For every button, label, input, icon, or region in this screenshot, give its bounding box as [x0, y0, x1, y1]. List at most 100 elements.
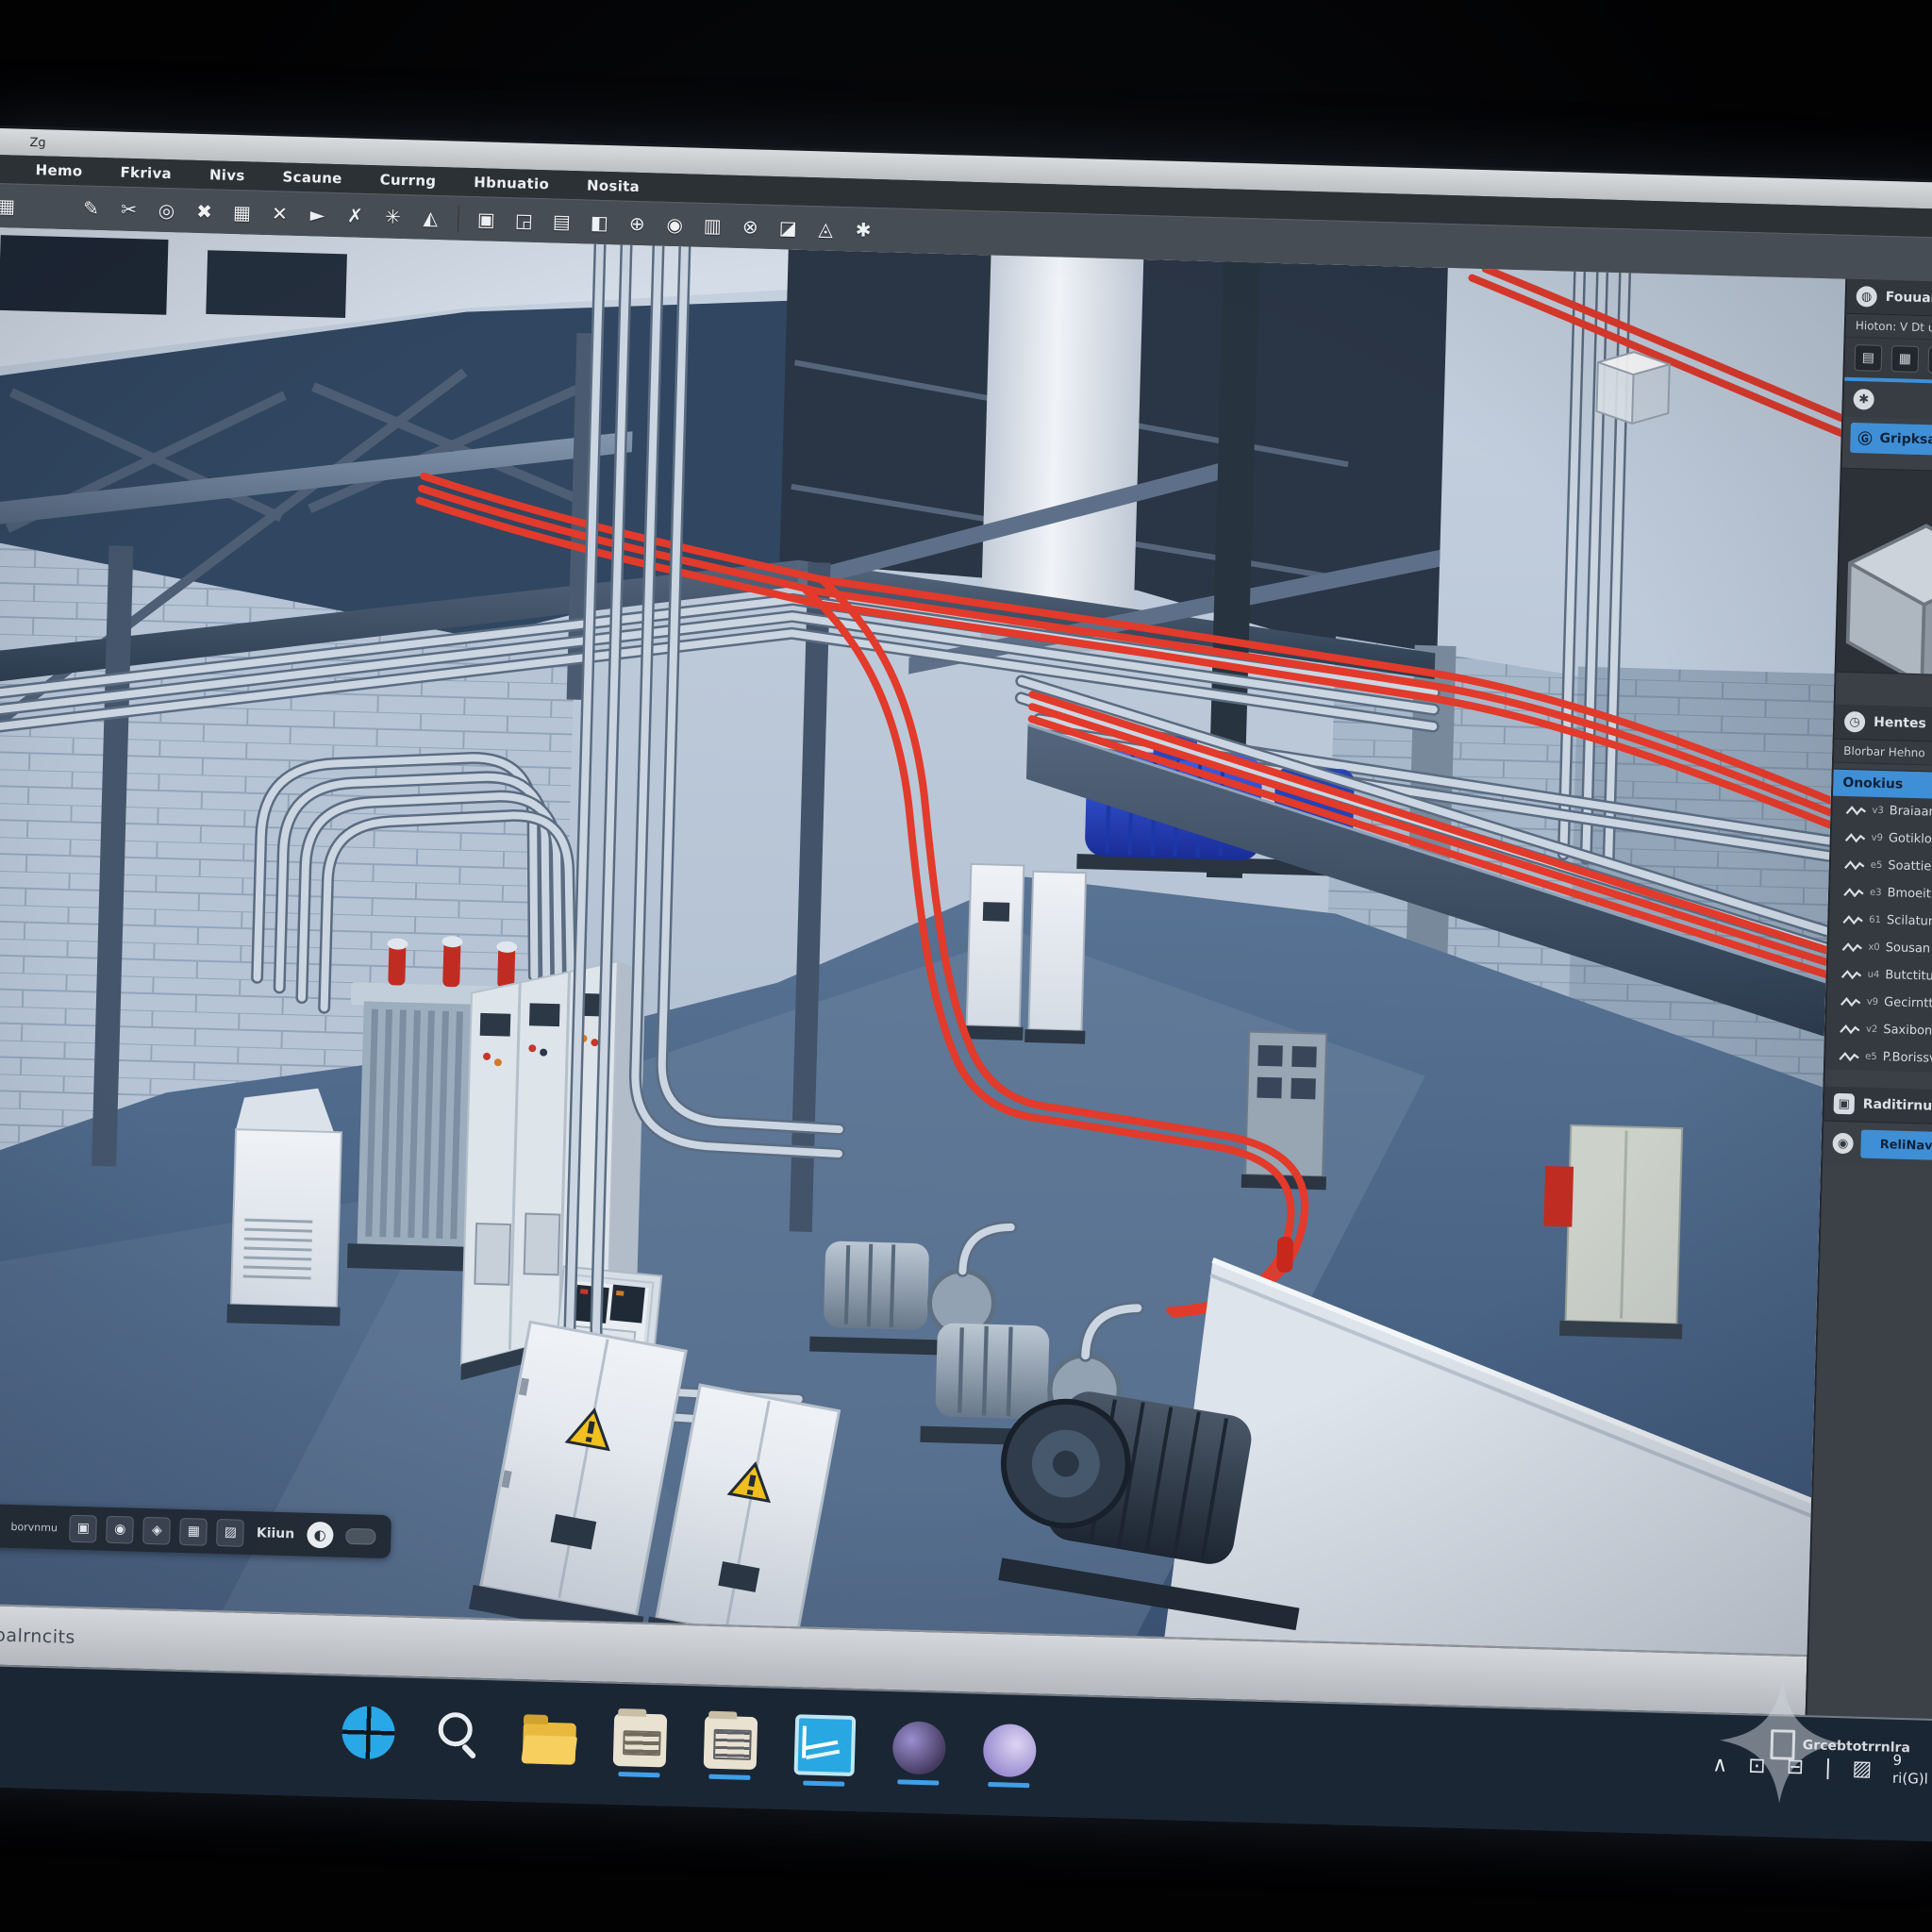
toolbar-lead-group: ▦	[0, 191, 23, 222]
play-arrow-icon[interactable]: ►	[301, 199, 334, 230]
viewport-canvas[interactable]: .po{stroke:#5b6c81;stroke-width:13;fill:…	[0, 226, 1845, 1655]
column-view-button[interactable]: ▥	[1927, 346, 1932, 374]
start-button[interactable]	[341, 1705, 396, 1759]
search-panel-header[interactable]: ▣ Raditirnunck	[1824, 1086, 1932, 1124]
documents-app-button[interactable]	[613, 1712, 668, 1767]
tree-item[interactable]: e5 Soattie	[1830, 851, 1932, 882]
running-indicator	[708, 1774, 750, 1779]
tools-x-icon[interactable]: ✗	[339, 200, 372, 231]
selected-category-row[interactable]: Ⓖ Gripksa Bo	[1850, 423, 1932, 457]
monitor-bezel: Zg Hemo Fkriva Nivs Scaune Currng Hbnuat…	[0, 0, 1932, 1932]
sketch-pencil-icon[interactable]: ✎	[75, 192, 108, 224]
menu-item[interactable]: Hemo	[23, 161, 94, 180]
selection-tree: Onokius v3 Braiaan	[1825, 769, 1932, 1074]
toolbar-group-view: ▣◲▤◧⊕◉▥⊗◪◬✱	[470, 204, 880, 245]
tree-item[interactable]: v9 Gecirntt	[1826, 988, 1932, 1019]
tree-item[interactable]: e5 P.Borissv	[1825, 1041, 1932, 1073]
gear-badge-icon[interactable]: ✱	[1853, 389, 1874, 410]
nav-toolbar-label: borvnmu	[10, 1520, 58, 1533]
zoom-window-icon[interactable]: ▦	[179, 1517, 208, 1545]
save-view-icon[interactable]: ▣	[70, 1514, 98, 1542]
menu-item[interactable]: Currng	[367, 171, 448, 190]
selected-category-label: Gripksa Bo	[1879, 431, 1932, 448]
properties-panel-icon: ◍	[1856, 286, 1877, 308]
settings-app-button[interactable]	[983, 1723, 1038, 1777]
corner-box-icon[interactable]: ◪	[772, 212, 805, 243]
detail-view-button[interactable]: ▦	[1890, 345, 1919, 373]
waveform-icon	[1842, 913, 1863, 925]
tray-chevron-up-icon[interactable]: ∧	[1712, 1753, 1728, 1776]
status-label: Ocpoalrncits	[0, 1624, 75, 1647]
properties-button-row: ▤▦ ▥	[1844, 338, 1932, 381]
delete-x-icon[interactable]: ✕	[263, 198, 296, 229]
prism-icon[interactable]: ◭	[414, 202, 447, 233]
help-toggle-icon[interactable]: ◐	[307, 1522, 334, 1549]
target-circle-icon[interactable]: ◎	[150, 195, 183, 226]
tray-display-icon[interactable]: ⊡	[1748, 1754, 1766, 1778]
sphere-icon: ◉	[1832, 1133, 1854, 1155]
file-explorer-button[interactable]	[523, 1722, 576, 1765]
record-icon[interactable]: ◉	[658, 209, 691, 241]
render-icon[interactable]: ▨	[216, 1519, 244, 1547]
add-circle-icon[interactable]: ⊕	[621, 208, 654, 239]
pan-icon[interactable]: ◈	[142, 1516, 171, 1544]
marker-icon[interactable]: ◬	[809, 213, 842, 244]
tree-item[interactable]: e3 Bmoeith	[1830, 878, 1932, 909]
tray-divider[interactable]: |	[1824, 1756, 1832, 1779]
tree-panel-header[interactable]: ◷ Hentes	[1835, 705, 1932, 743]
panel-window-icon[interactable]: ▣	[470, 204, 503, 235]
tree-item[interactable]: v2 Saxibon	[1826, 1014, 1932, 1045]
search-panel-icon: ▣	[1833, 1093, 1855, 1115]
menu-item[interactable]: Nivs	[197, 166, 258, 185]
waveform-icon	[1840, 995, 1861, 1008]
toolbar-gap	[23, 207, 75, 208]
properties-panel-header[interactable]: ◍ Fouuarte	[1846, 279, 1932, 318]
vignette	[0, 226, 1845, 1655]
notes-app-button[interactable]	[704, 1715, 758, 1770]
tree-panel-title: Hentes	[1874, 715, 1926, 732]
tray-clock[interactable]: 9 ri(G)l	[1892, 1752, 1929, 1789]
menu-item[interactable]: Fkriva	[108, 163, 184, 182]
tree-item[interactable]: v3 Braiaan	[1832, 796, 1932, 827]
mesh-icon[interactable]: ▥	[696, 210, 729, 242]
running-indicator	[618, 1772, 659, 1777]
cut-cross-icon[interactable]: ✖	[188, 196, 221, 227]
waveform-icon	[1843, 886, 1864, 898]
menu-item[interactable]: Hbnuatio	[461, 174, 561, 193]
tree-panel-subtitle[interactable]: Blorbar Hehno	[1834, 740, 1932, 767]
clock-bottom: ri(G)l	[1892, 1770, 1928, 1789]
link-icon[interactable]: ⊗	[734, 211, 767, 242]
tree-item[interactable]: u4 Butctitu	[1827, 960, 1932, 991]
grid-box-icon[interactable]: ▦	[225, 197, 258, 228]
tray-media-icon[interactable]: ⊟	[1786, 1755, 1804, 1779]
waveform-icon	[1840, 968, 1861, 980]
burst-icon[interactable]: ✱	[847, 214, 880, 245]
section-plane-icon[interactable]: ◧	[583, 207, 616, 238]
scissors-icon[interactable]: ✂	[112, 193, 145, 225]
running-indicator	[988, 1781, 1029, 1787]
search-panel-title: Raditirnunck	[1863, 1097, 1932, 1115]
chart-app-button[interactable]	[794, 1714, 857, 1776]
running-indicator	[803, 1780, 844, 1786]
tray-network-icon[interactable]: ▨	[1852, 1757, 1872, 1781]
tree-item[interactable]: 61 Scilatur	[1829, 906, 1932, 937]
media-app-button[interactable]	[892, 1721, 947, 1775]
asterisk-wheel-icon[interactable]: ✳	[376, 201, 409, 232]
waveform-icon	[1844, 858, 1865, 871]
nav-toggle-pill[interactable]	[345, 1527, 375, 1544]
menu-item[interactable]: Nosita	[575, 176, 653, 195]
tree-item[interactable]: x0 Sousan	[1828, 933, 1932, 964]
menu-item[interactable]: Scaune	[270, 168, 355, 187]
tree-item[interactable]: v9 Gotiklon	[1831, 824, 1932, 855]
waveform-icon	[1845, 804, 1866, 816]
search-field[interactable]: ReliNav,R	[1860, 1130, 1932, 1161]
waveform-icon	[1840, 1023, 1860, 1035]
search-button[interactable]	[432, 1707, 487, 1762]
camera-view-icon[interactable]: ◲	[508, 205, 541, 236]
orbit-icon[interactable]: ◉	[106, 1515, 134, 1543]
rows-icon[interactable]: ▤	[545, 206, 578, 237]
list-view-button[interactable]: ▤	[1855, 344, 1883, 372]
image-thumbnail-icon[interactable]: ▦	[0, 191, 23, 222]
model-preview-panel[interactable]	[1837, 468, 1932, 676]
toolbar-divider	[458, 206, 459, 232]
